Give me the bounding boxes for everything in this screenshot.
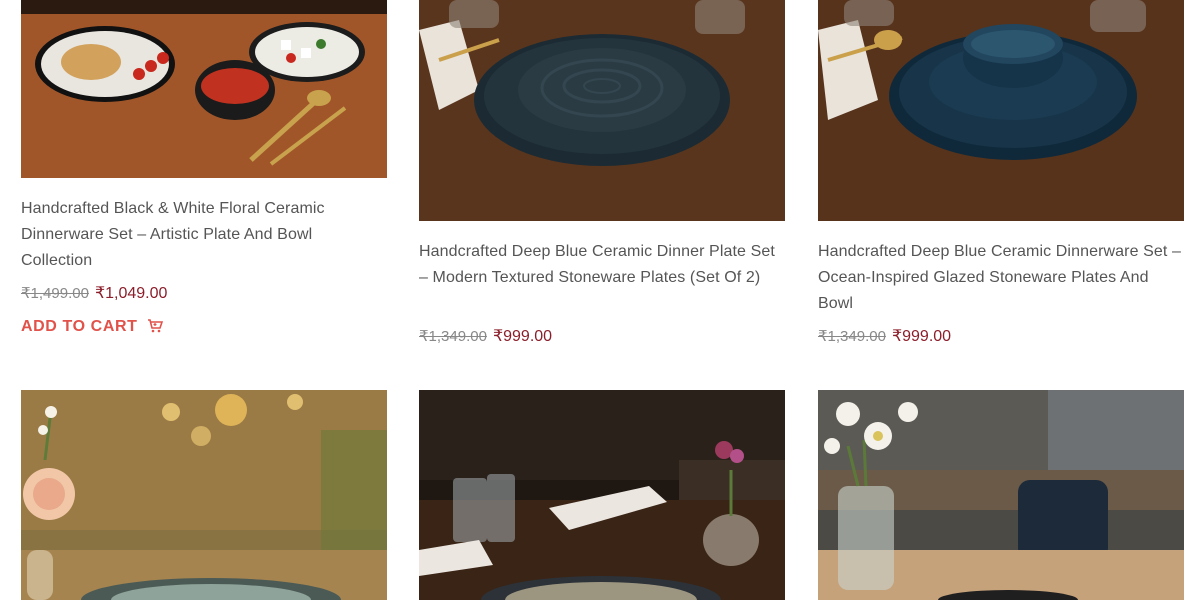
product-photo (21, 0, 387, 178)
product-photo (21, 390, 387, 600)
product-image[interactable] (818, 0, 1184, 221)
product-photo (818, 0, 1184, 221)
product-price: ₹1,349.00 ₹999.00 (419, 326, 552, 346)
original-price: ₹1,349.00 (419, 328, 487, 345)
product-image[interactable] (818, 390, 1184, 600)
product-photo (419, 0, 785, 221)
product-image[interactable] (21, 0, 387, 178)
product-image[interactable] (419, 0, 785, 221)
product-image[interactable] (419, 390, 785, 600)
original-price: ₹1,349.00 (818, 328, 886, 345)
product-title[interactable]: Handcrafted Deep Blue Ceramic Dinnerware… (818, 239, 1184, 317)
product-title[interactable]: Handcrafted Deep Blue Ceramic Dinner Pla… (419, 239, 785, 291)
product-price: ₹1,349.00 ₹999.00 (818, 326, 951, 346)
product-image[interactable] (21, 390, 387, 600)
product-photo (818, 390, 1184, 600)
sale-price: ₹999.00 (492, 328, 553, 345)
add-to-cart-label: ADD TO CART (21, 318, 138, 335)
original-price: ₹1,499.00 (21, 285, 89, 302)
sale-price: ₹999.00 (891, 328, 952, 345)
sale-price: ₹1,049.00 (94, 285, 168, 302)
cart-icon (147, 319, 163, 333)
add-to-cart-button[interactable]: ADD TO CART (21, 318, 163, 336)
product-title[interactable]: Handcrafted Black & White Floral Ceramic… (21, 196, 387, 274)
product-photo (419, 390, 785, 600)
product-price: ₹1,499.00 ₹1,049.00 (21, 283, 167, 303)
